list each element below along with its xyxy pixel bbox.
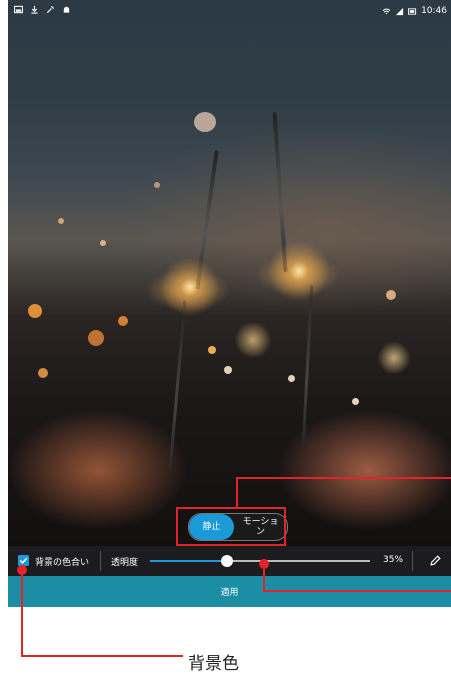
bokeh-dot <box>28 304 42 318</box>
toggle-highlight-box <box>176 507 286 546</box>
status-left-icons <box>14 5 71 14</box>
download-icon <box>31 5 38 14</box>
slider-fill <box>150 560 227 562</box>
battery-icon <box>408 7 417 15</box>
bokeh-dot <box>224 366 232 374</box>
bokeh-light <box>194 112 216 132</box>
annotation-line <box>236 477 451 479</box>
spark-burst-left <box>158 255 222 319</box>
sparkler-handle-left <box>168 300 187 470</box>
signal-icon <box>395 7 404 15</box>
bokeh-dot <box>386 290 396 300</box>
image-icon <box>14 5 23 14</box>
status-right-icons: 10:46 <box>382 6 447 16</box>
toolbar-divider <box>100 551 101 571</box>
transparency-value: 35% <box>383 555 404 565</box>
spark-burst-far-right <box>376 340 412 376</box>
sparkler-handle-right <box>301 285 314 445</box>
spark-burst-right <box>266 238 332 304</box>
bokeh-dot <box>352 398 359 405</box>
bg-color-caption: 背景色 <box>188 654 239 674</box>
wallpaper-preview <box>8 0 451 546</box>
annotation-line <box>263 564 265 592</box>
annotation-line <box>21 655 183 657</box>
wallpaper-toolbar: 背景の色合い 透明度 35% <box>8 546 451 576</box>
wifi-icon <box>382 8 391 14</box>
toolbar-divider <box>412 551 413 571</box>
bokeh-dot <box>118 316 128 326</box>
annotation-line <box>21 570 23 657</box>
apply-label: 適用 <box>220 588 239 598</box>
bg-tint-label[interactable]: 背景の色合い <box>35 555 89 568</box>
spark-burst-lower <box>233 320 273 360</box>
edit-pencil-icon[interactable] <box>429 554 442 567</box>
bokeh-dot <box>100 240 106 246</box>
bokeh-dot <box>58 218 64 224</box>
bokeh-dot <box>154 182 160 188</box>
annotation-line <box>236 477 238 508</box>
bokeh-dot <box>208 346 216 354</box>
slider-thumb[interactable] <box>221 555 233 567</box>
bokeh-dot <box>288 375 295 382</box>
status-time: 10:46 <box>421 6 447 16</box>
annotation-line <box>263 590 451 592</box>
transparency-label: 透明度 <box>111 558 139 568</box>
status-bar: 10:46 <box>8 0 451 22</box>
bokeh-dot <box>88 330 104 346</box>
tools-icon <box>46 5 55 14</box>
android-icon <box>63 6 70 13</box>
bokeh-dot <box>38 368 48 378</box>
